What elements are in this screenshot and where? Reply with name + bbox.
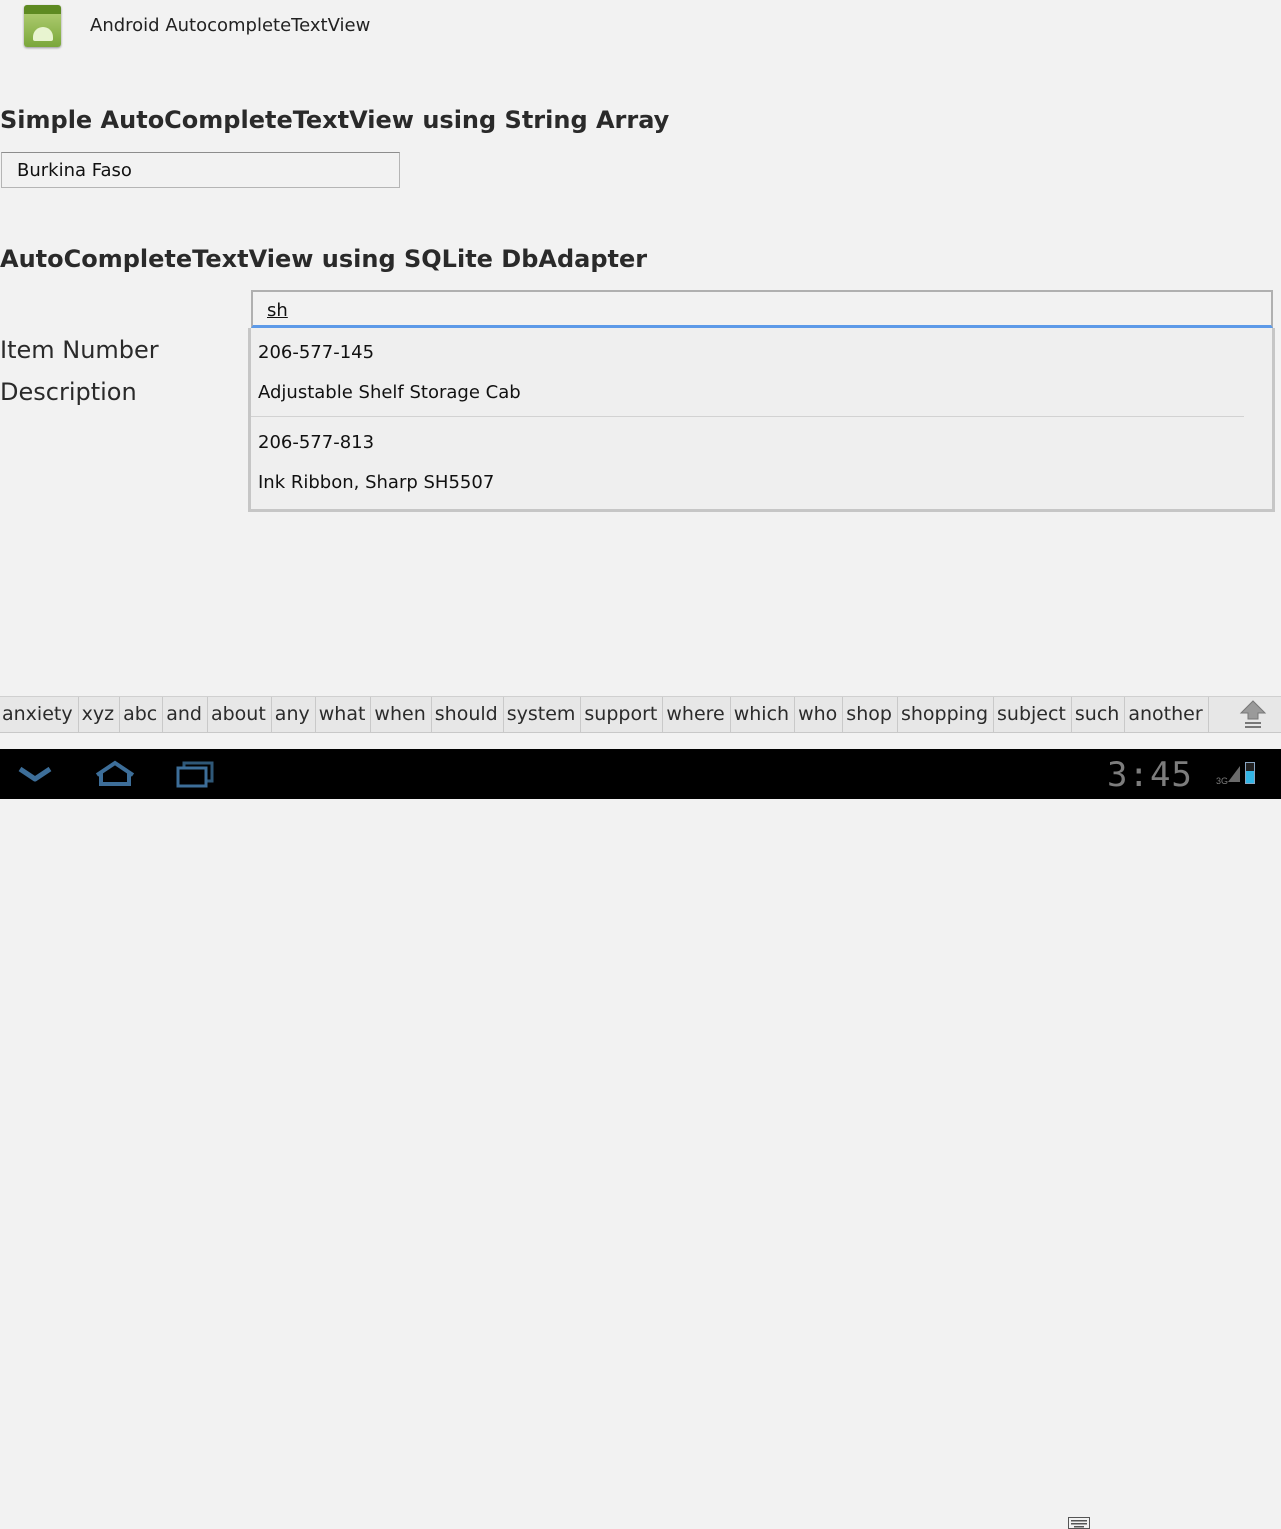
item-number-label: Item Number bbox=[0, 336, 159, 364]
signal-icon: 3G bbox=[1216, 766, 1240, 786]
title-bar: Android AutocompleteTextView bbox=[0, 0, 1281, 52]
suggestion-word[interactable]: which bbox=[731, 697, 796, 732]
keyboard-suggestion-bar: anxiety xyz abc and about any what when … bbox=[0, 696, 1281, 733]
suggestion-word[interactable]: about bbox=[208, 697, 272, 732]
dropdown-item[interactable]: 206-577-813 Ink Ribbon, Sharp SH5507 bbox=[251, 418, 1244, 506]
android-app-icon bbox=[24, 5, 61, 47]
country-autocomplete-input[interactable]: Burkina Faso bbox=[1, 152, 400, 188]
item-autocomplete-input[interactable]: sh bbox=[251, 290, 1273, 328]
keyboard-icon bbox=[1068, 1517, 1090, 1529]
dropdown-item-number: 206-577-813 bbox=[258, 432, 375, 453]
suggestion-word[interactable]: and bbox=[163, 697, 208, 732]
suggestion-word[interactable]: who bbox=[795, 697, 844, 732]
suggestion-word[interactable]: another bbox=[1125, 697, 1209, 732]
suggestion-word[interactable]: support bbox=[581, 697, 664, 732]
suggestion-word[interactable]: xyz bbox=[79, 697, 121, 732]
suggestion-word[interactable]: abc bbox=[120, 697, 164, 732]
battery-icon bbox=[1245, 762, 1255, 784]
network-type: 3G bbox=[1216, 776, 1228, 786]
suggestion-word[interactable]: when bbox=[371, 697, 432, 732]
suggestion-word[interactable]: shopping bbox=[898, 697, 995, 732]
suggestion-word[interactable]: should bbox=[432, 697, 504, 732]
country-input-value: Burkina Faso bbox=[17, 160, 132, 181]
app-title: Android AutocompleteTextView bbox=[90, 15, 371, 36]
system-navigation-bar bbox=[0, 749, 1281, 1529]
suggestion-word[interactable]: anxiety bbox=[0, 697, 79, 732]
suggestion-word[interactable]: what bbox=[316, 697, 372, 732]
shift-icon[interactable] bbox=[1238, 699, 1268, 729]
suggestion-word[interactable]: such bbox=[1072, 697, 1126, 732]
status-clock: 3:45 bbox=[1107, 755, 1193, 795]
recent-apps-icon[interactable] bbox=[175, 759, 215, 789]
description-label: Description bbox=[0, 378, 137, 406]
dropdown-item-number: 206-577-145 bbox=[258, 342, 375, 363]
suggestion-word[interactable]: where bbox=[663, 697, 731, 732]
home-icon[interactable] bbox=[93, 759, 137, 789]
item-input-value: sh bbox=[267, 300, 288, 321]
dropdown-item-description: Ink Ribbon, Sharp SH5507 bbox=[258, 472, 495, 493]
suggestion-word[interactable]: system bbox=[504, 697, 582, 732]
autocomplete-dropdown: 206-577-145 Adjustable Shelf Storage Cab… bbox=[248, 328, 1275, 512]
suggestion-word[interactable]: shop bbox=[843, 697, 898, 732]
section2-heading: AutoCompleteTextView using SQLite DbAdap… bbox=[0, 245, 648, 273]
suggestion-word[interactable]: any bbox=[272, 697, 316, 732]
section1-heading: Simple AutoCompleteTextView using String… bbox=[0, 106, 670, 134]
dropdown-item-description: Adjustable Shelf Storage Cab bbox=[258, 382, 521, 403]
back-icon[interactable] bbox=[15, 759, 55, 789]
dropdown-item[interactable]: 206-577-145 Adjustable Shelf Storage Cab bbox=[251, 328, 1244, 417]
suggestion-word[interactable]: subject bbox=[994, 697, 1072, 732]
